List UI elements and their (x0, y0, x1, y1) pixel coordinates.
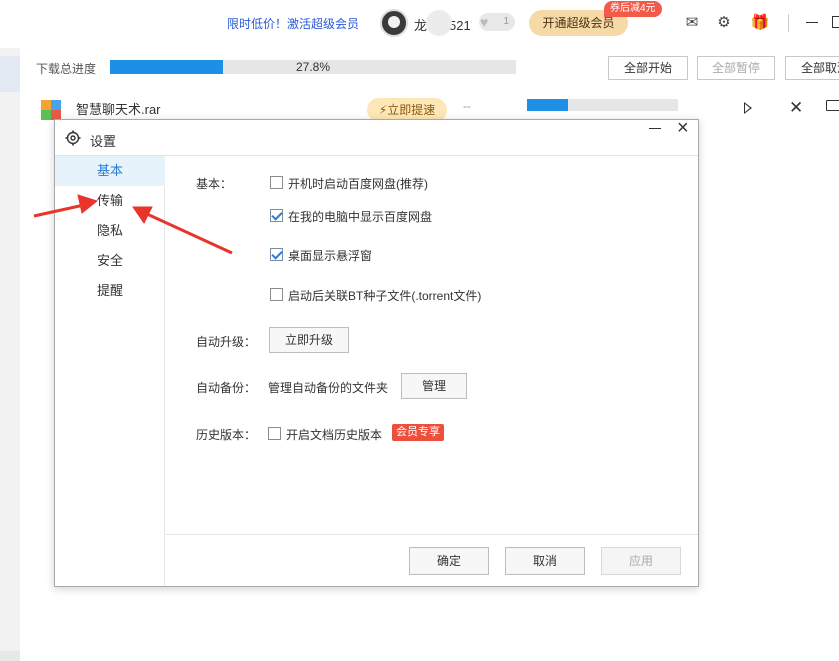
apply-button[interactable]: 应用 (601, 547, 681, 575)
nav-transfer[interactable]: 传输 (55, 186, 165, 216)
auto-backup-text: 管理自动备份的文件夹 (268, 381, 389, 395)
auto-backup-label: 自动备份： (196, 381, 257, 395)
gift-icon[interactable]: 🎁 (750, 13, 770, 33)
option-label: 开启文档历史版本 (286, 428, 383, 442)
promo-link[interactable]: 限时低价！激活超级会员 (227, 15, 359, 32)
nav-reminder[interactable]: 提醒 (55, 276, 165, 306)
maximize-icon[interactable] (832, 16, 839, 28)
mail-icon[interactable]: ✉ (682, 13, 702, 33)
settings-nav: 基本 传输 隐私 安全 提醒 (55, 156, 165, 586)
option-label: 启动后关联BT种子文件(.torrent文件) (288, 289, 482, 303)
start-all-button[interactable]: 全部开始 (608, 56, 688, 80)
dialog-minimize-icon[interactable] (649, 128, 661, 129)
nav-privacy[interactable]: 隐私 (55, 216, 165, 246)
left-sidebar-strip (0, 48, 20, 661)
checkbox[interactable] (270, 288, 283, 301)
total-progress-text: 27.8% (295, 60, 331, 74)
option-label: 在我的电脑中显示百度网盘 (288, 210, 433, 224)
play-icon[interactable] (744, 102, 752, 114)
settings-content: 基本： 开机时启动百度网盘(推荐) 在我的电脑中显示百度网盘 桌面显示悬浮窗 启… (166, 156, 698, 534)
history-label: 历史版本： (196, 428, 257, 442)
scrollbar[interactable] (0, 651, 20, 661)
auto-upgrade-label: 自动升级： (196, 335, 257, 349)
dialog-title-bar[interactable]: 设置 × (55, 117, 698, 156)
file-progress-bar (527, 99, 678, 111)
sidebar-selected[interactable] (0, 56, 20, 92)
vip-level: 1 (503, 16, 509, 27)
cancel-all-button[interactable]: 全部取消 (785, 56, 839, 80)
file-name: 智慧聊天术.rar (76, 102, 161, 117)
close-icon[interactable]: ✕ (789, 98, 803, 118)
username-blur (426, 10, 452, 36)
option-label: 桌面显示悬浮窗 (288, 249, 373, 263)
username-suffix: 521 (449, 18, 471, 33)
vip-heart-icon: ♥ (480, 14, 489, 30)
top-bar: 限时低价！激活超级会员 龙 521 ♥ 1 开通超级会员 券后减4元 ✉ ⚙ 🎁 (0, 0, 839, 48)
ok-button[interactable]: 确定 (409, 547, 489, 575)
vip-only-tag: 会员专享 (392, 424, 444, 441)
upgrade-now-button[interactable]: 立即升级 (269, 327, 349, 353)
avatar[interactable] (380, 9, 408, 37)
checkbox[interactable] (270, 209, 283, 222)
basic-label: 基本： (196, 177, 233, 191)
cancel-button[interactable]: 取消 (505, 547, 585, 575)
pause-all-button[interactable]: 全部暂停 (697, 56, 775, 80)
option-label: 开机时启动百度网盘(推荐) (288, 177, 428, 191)
coupon-badge: 券后减4元 (604, 1, 662, 17)
settings-icon[interactable]: ⚙ (714, 13, 734, 33)
checkbox[interactable] (270, 248, 283, 261)
username-prefix: 龙 (414, 18, 428, 33)
file-speed: -- (463, 99, 471, 113)
minimize-icon[interactable] (806, 22, 818, 23)
settings-dialog: 设置 × 基本 传输 隐私 安全 提醒 基本： 开机时启动百度网盘(推荐) 在我… (54, 117, 699, 587)
dialog-title: 设置 (90, 134, 117, 149)
dialog-footer: 确定 取消 应用 (166, 534, 698, 586)
checkbox[interactable] (268, 427, 281, 440)
nav-security[interactable]: 安全 (55, 246, 165, 276)
dialog-close-icon[interactable]: × (677, 117, 689, 140)
vip-level-badge[interactable]: ♥ 1 (479, 13, 515, 31)
archive-file-icon (41, 100, 61, 120)
folder-icon[interactable] (826, 100, 839, 111)
gear-icon (65, 130, 81, 146)
nav-basic[interactable]: 基本 (55, 156, 165, 186)
manage-button[interactable]: 管理 (401, 373, 467, 399)
total-progress-bar: 27.8% (110, 60, 516, 74)
download-total-label: 下载总进度 (36, 62, 97, 76)
divider (788, 14, 789, 32)
file-progress-fill (527, 99, 568, 111)
checkbox[interactable] (270, 176, 283, 189)
